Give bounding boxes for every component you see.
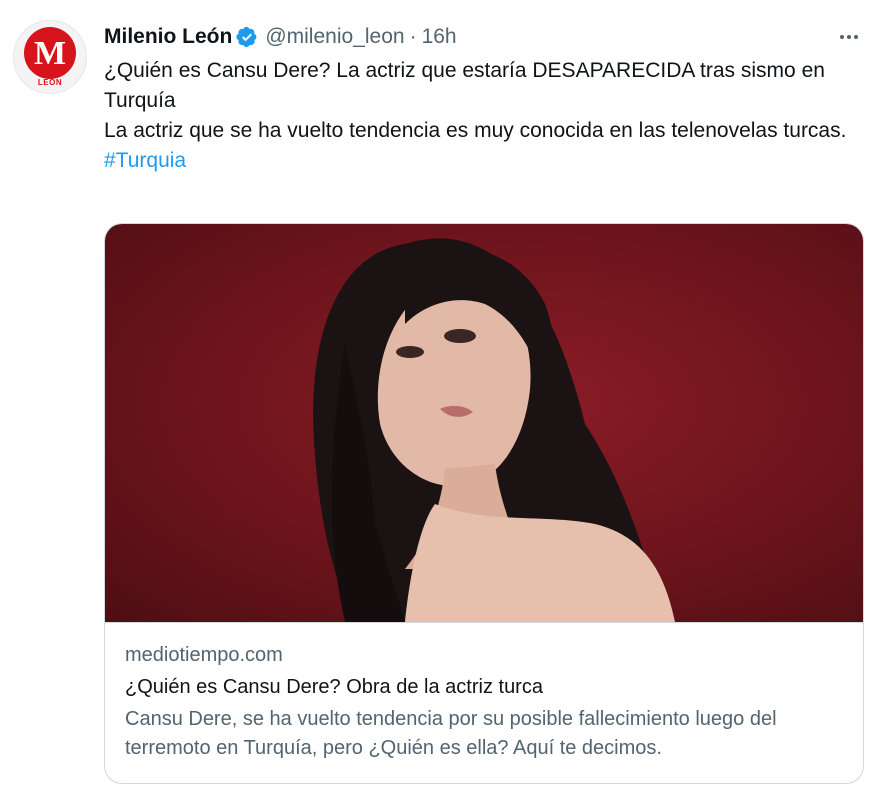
- tweet-header: Milenio León @milenio_leon · 16h: [104, 22, 457, 52]
- portrait-illustration: [313, 238, 675, 622]
- avatar-logo-letter: M: [33, 35, 67, 72]
- more-options-icon[interactable]: [832, 24, 866, 50]
- avatar-logo-subtitle: LEÓN: [37, 78, 63, 87]
- tweet-text: ¿Quién es Cansu Dere? La actriz que esta…: [104, 56, 864, 176]
- tweet-text-line: La actriz que se ha vuelto tendencia es …: [104, 119, 847, 142]
- avatar-logo: M: [24, 27, 76, 79]
- author-name[interactable]: Milenio León: [104, 25, 232, 49]
- verified-badge-icon[interactable]: [236, 26, 258, 48]
- avatar[interactable]: M LEÓN: [13, 20, 87, 94]
- card-domain: mediotiempo.com: [125, 644, 283, 666]
- hashtag-link[interactable]: #Turquia: [104, 149, 186, 172]
- link-preview-card[interactable]: mediotiempo.com ¿Quién es Cansu Dere? Ob…: [104, 223, 864, 784]
- card-image[interactable]: [105, 224, 863, 622]
- author-handle[interactable]: @milenio_leon: [265, 25, 404, 49]
- header-separator: ·: [409, 25, 417, 48]
- tweet-text-line: ¿Quién es Cansu Dere? La actriz que esta…: [104, 59, 825, 112]
- card-description: Cansu Dere, se ha vuelto tendencia por s…: [125, 708, 777, 759]
- card-meta[interactable]: mediotiempo.com ¿Quién es Cansu Dere? Ob…: [105, 622, 863, 783]
- tweet-timestamp[interactable]: 16h: [422, 25, 457, 49]
- card-title: ¿Quién es Cansu Dere? Obra de la actriz …: [125, 676, 543, 698]
- tweet[interactable]: M LEÓN Milenio León @milenio_leon · 16h …: [0, 0, 885, 786]
